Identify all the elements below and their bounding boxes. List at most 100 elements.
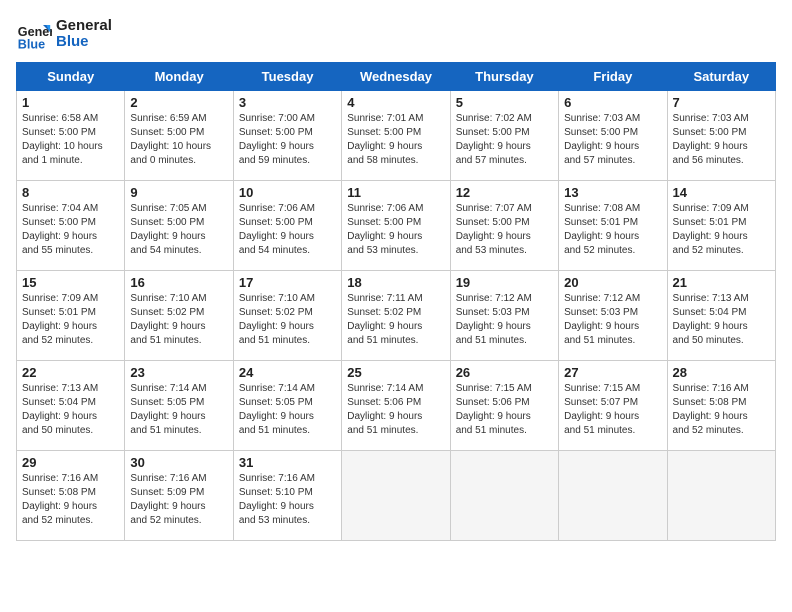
cell-sun-info: Sunrise: 7:09 AMSunset: 5:01 PMDaylight:… [22,292,119,348]
day-number: 19 [456,275,553,290]
calendar-cell: 15 Sunrise: 7:09 AMSunset: 5:01 PMDayligh… [17,271,125,361]
calendar-week-row: 1 Sunrise: 6:58 AMSunset: 5:00 PMDaylight… [17,91,776,181]
cell-sun-info: Sunrise: 7:03 AMSunset: 5:00 PMDaylight:… [673,112,770,168]
calendar-cell: 13Sunrise: 7:08 AMSunset: 5:01 PMDayligh… [559,181,667,271]
calendar-cell [450,451,558,541]
calendar-cell: 12 Sunrise: 7:07 AMSunset: 5:00 PMDayligh… [450,181,558,271]
weekday-header-wednesday: Wednesday [342,63,450,91]
calendar-cell [342,451,450,541]
day-number: 16 [130,275,227,290]
calendar-cell: 29 Sunrise: 7:16 AMSunset: 5:08 PMDayligh… [17,451,125,541]
cell-sun-info: Sunrise: 7:16 AMSunset: 5:08 PMDaylight:… [22,472,119,528]
calendar-cell: 3 Sunrise: 7:00 AMSunset: 5:00 PMDaylight… [233,91,341,181]
calendar-cell: 1 Sunrise: 6:58 AMSunset: 5:00 PMDaylight… [17,91,125,181]
calendar-cell: 25 Sunrise: 7:14 AMSunset: 5:06 PMDayligh… [342,361,450,451]
day-number: 28 [673,365,770,380]
header: General Blue General Blue [16,16,776,52]
day-number: 7 [673,95,770,110]
cell-sun-info: Sunrise: 7:13 AMSunset: 5:04 PMDaylight:… [673,292,770,348]
cell-sun-info: Sunrise: 7:15 AMSunset: 5:06 PMDaylight:… [456,382,553,438]
day-number: 31 [239,455,336,470]
day-number: 22 [22,365,119,380]
calendar-cell: 24Sunrise: 7:14 AMSunset: 5:05 PMDayligh… [233,361,341,451]
day-number: 17 [239,275,336,290]
day-number: 21 [673,275,770,290]
weekday-header-tuesday: Tuesday [233,63,341,91]
day-number: 27 [564,365,661,380]
day-number: 10 [239,185,336,200]
calendar-cell: 8 Sunrise: 7:04 AMSunset: 5:00 PMDaylight… [17,181,125,271]
calendar-table: SundayMondayTuesdayWednesdayThursdayFrid… [16,62,776,541]
day-number: 4 [347,95,444,110]
cell-sun-info: Sunrise: 7:09 AMSunset: 5:01 PMDaylight:… [673,202,770,258]
day-number: 15 [22,275,119,290]
calendar-cell: 14Sunrise: 7:09 AMSunset: 5:01 PMDayligh… [667,181,775,271]
cell-sun-info: Sunrise: 7:16 AMSunset: 5:08 PMDaylight:… [673,382,770,438]
cell-sun-info: Sunrise: 7:05 AMSunset: 5:00 PMDaylight:… [130,202,227,258]
calendar-cell: 7 Sunrise: 7:03 AMSunset: 5:00 PMDaylight… [667,91,775,181]
cell-sun-info: Sunrise: 6:59 AMSunset: 5:00 PMDaylight:… [130,112,227,168]
calendar-week-row: 8 Sunrise: 7:04 AMSunset: 5:00 PMDaylight… [17,181,776,271]
cell-sun-info: Sunrise: 7:13 AMSunset: 5:04 PMDaylight:… [22,382,119,438]
calendar-cell: 30 Sunrise: 7:16 AMSunset: 5:09 PMDayligh… [125,451,233,541]
weekday-header-sunday: Sunday [17,63,125,91]
day-number: 3 [239,95,336,110]
weekday-header-monday: Monday [125,63,233,91]
day-number: 29 [22,455,119,470]
weekday-header-row: SundayMondayTuesdayWednesdayThursdayFrid… [17,63,776,91]
cell-sun-info: Sunrise: 7:12 AMSunset: 5:03 PMDaylight:… [564,292,661,348]
cell-sun-info: Sunrise: 7:07 AMSunset: 5:00 PMDaylight:… [456,202,553,258]
calendar-cell [559,451,667,541]
calendar-cell: 11Sunrise: 7:06 AMSunset: 5:00 PMDayligh… [342,181,450,271]
cell-sun-info: Sunrise: 7:10 AMSunset: 5:02 PMDaylight:… [239,292,336,348]
cell-sun-info: Sunrise: 7:10 AMSunset: 5:02 PMDaylight:… [130,292,227,348]
day-number: 13 [564,185,661,200]
cell-sun-info: Sunrise: 7:16 AMSunset: 5:09 PMDaylight:… [130,472,227,528]
calendar-cell: 4 Sunrise: 7:01 AMSunset: 5:00 PMDaylight… [342,91,450,181]
cell-sun-info: Sunrise: 7:01 AMSunset: 5:00 PMDaylight:… [347,112,444,168]
cell-sun-info: Sunrise: 7:14 AMSunset: 5:05 PMDaylight:… [239,382,336,438]
calendar-cell: 22 Sunrise: 7:13 AMSunset: 5:04 PMDayligh… [17,361,125,451]
calendar-cell: 2 Sunrise: 6:59 AMSunset: 5:00 PMDaylight… [125,91,233,181]
cell-sun-info: Sunrise: 7:02 AMSunset: 5:00 PMDaylight:… [456,112,553,168]
calendar-cell: 6 Sunrise: 7:03 AMSunset: 5:00 PMDaylight… [559,91,667,181]
calendar-cell: 26 Sunrise: 7:15 AMSunset: 5:06 PMDayligh… [450,361,558,451]
cell-sun-info: Sunrise: 7:16 AMSunset: 5:10 PMDaylight:… [239,472,336,528]
calendar-cell: 18Sunrise: 7:11 AMSunset: 5:02 PMDayligh… [342,271,450,361]
calendar-week-row: 22 Sunrise: 7:13 AMSunset: 5:04 PMDayligh… [17,361,776,451]
day-number: 20 [564,275,661,290]
calendar-cell: 17 Sunrise: 7:10 AMSunset: 5:02 PMDayligh… [233,271,341,361]
logo: General Blue General Blue [16,16,112,52]
cell-sun-info: Sunrise: 7:04 AMSunset: 5:00 PMDaylight:… [22,202,119,258]
calendar-cell [667,451,775,541]
calendar-cell: 16 Sunrise: 7:10 AMSunset: 5:02 PMDayligh… [125,271,233,361]
day-number: 23 [130,365,227,380]
cell-sun-info: Sunrise: 7:14 AMSunset: 5:06 PMDaylight:… [347,382,444,438]
calendar-week-row: 15 Sunrise: 7:09 AMSunset: 5:01 PMDayligh… [17,271,776,361]
day-number: 26 [456,365,553,380]
cell-sun-info: Sunrise: 7:03 AMSunset: 5:00 PMDaylight:… [564,112,661,168]
calendar-cell: 10 Sunrise: 7:06 AMSunset: 5:00 PMDayligh… [233,181,341,271]
day-number: 8 [22,185,119,200]
weekday-header-thursday: Thursday [450,63,558,91]
day-number: 12 [456,185,553,200]
calendar-cell: 28 Sunrise: 7:16 AMSunset: 5:08 PMDayligh… [667,361,775,451]
weekday-header-friday: Friday [559,63,667,91]
day-number: 30 [130,455,227,470]
cell-sun-info: Sunrise: 7:00 AMSunset: 5:00 PMDaylight:… [239,112,336,168]
day-number: 2 [130,95,227,110]
cell-sun-info: Sunrise: 7:11 AMSunset: 5:02 PMDaylight:… [347,292,444,348]
calendar-cell: 19 Sunrise: 7:12 AMSunset: 5:03 PMDayligh… [450,271,558,361]
calendar-cell: 20 Sunrise: 7:12 AMSunset: 5:03 PMDayligh… [559,271,667,361]
cell-sun-info: Sunrise: 6:58 AMSunset: 5:00 PMDaylight:… [22,112,119,168]
day-number: 11 [347,185,444,200]
calendar-cell: 21 Sunrise: 7:13 AMSunset: 5:04 PMDayligh… [667,271,775,361]
cell-sun-info: Sunrise: 7:12 AMSunset: 5:03 PMDaylight:… [456,292,553,348]
calendar-cell: 23Sunrise: 7:14 AMSunset: 5:05 PMDayligh… [125,361,233,451]
cell-sun-info: Sunrise: 7:06 AMSunset: 5:00 PMDaylight:… [239,202,336,258]
day-number: 1 [22,95,119,110]
day-number: 6 [564,95,661,110]
day-number: 25 [347,365,444,380]
calendar-cell: 31 Sunrise: 7:16 AMSunset: 5:10 PMDayligh… [233,451,341,541]
logo-icon: General Blue [16,16,52,52]
